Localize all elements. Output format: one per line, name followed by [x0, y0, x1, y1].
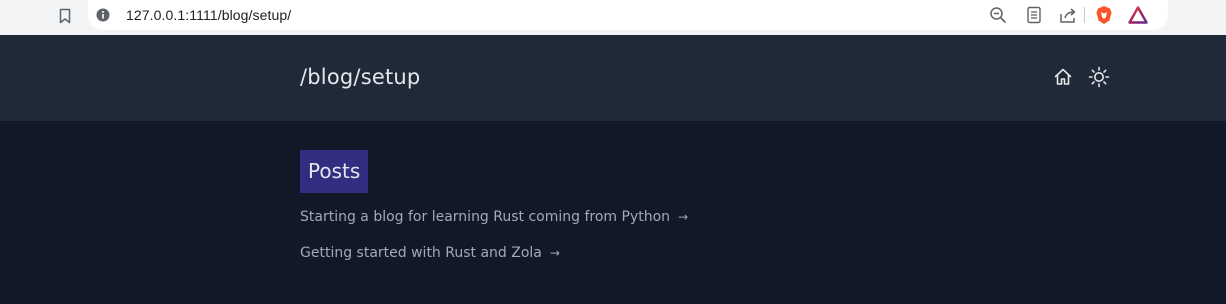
post-link[interactable]: Starting a blog for learning Rust coming… [300, 209, 688, 225]
browser-toolbar: 127.0.0.1:1111/blog/setup/ [0, 0, 1226, 35]
arrow-right-icon: → [549, 246, 560, 260]
main-content: Posts Starting a blog for learning Rust … [0, 121, 1226, 304]
brave-shields-icon[interactable] [1094, 5, 1114, 25]
arrow-right-icon: → [678, 210, 689, 224]
post-title: Starting a blog for learning Rust coming… [300, 209, 671, 225]
post-title: Getting started with Rust and Zola [300, 245, 542, 261]
address-bar[interactable]: 127.0.0.1:1111/blog/setup/ [88, 0, 1168, 30]
post-link[interactable]: Getting started with Rust and Zola → [300, 245, 560, 261]
share-icon[interactable] [1058, 5, 1078, 25]
url-text[interactable]: 127.0.0.1:1111/blog/setup/ [126, 7, 291, 23]
brave-rewards-icon[interactable] [1128, 5, 1148, 25]
page-title[interactable]: /blog/setup [300, 65, 420, 89]
bookmark-icon[interactable] [54, 5, 76, 27]
zoom-out-icon[interactable] [988, 5, 1008, 25]
toolbar-separator [1084, 7, 1085, 23]
home-icon[interactable] [1052, 66, 1074, 88]
sun-icon[interactable] [1088, 66, 1110, 88]
posts-heading: Posts [300, 150, 369, 193]
reader-mode-icon[interactable] [1024, 5, 1044, 25]
site-header: /blog/setup [0, 35, 1226, 121]
info-icon[interactable] [96, 8, 110, 22]
